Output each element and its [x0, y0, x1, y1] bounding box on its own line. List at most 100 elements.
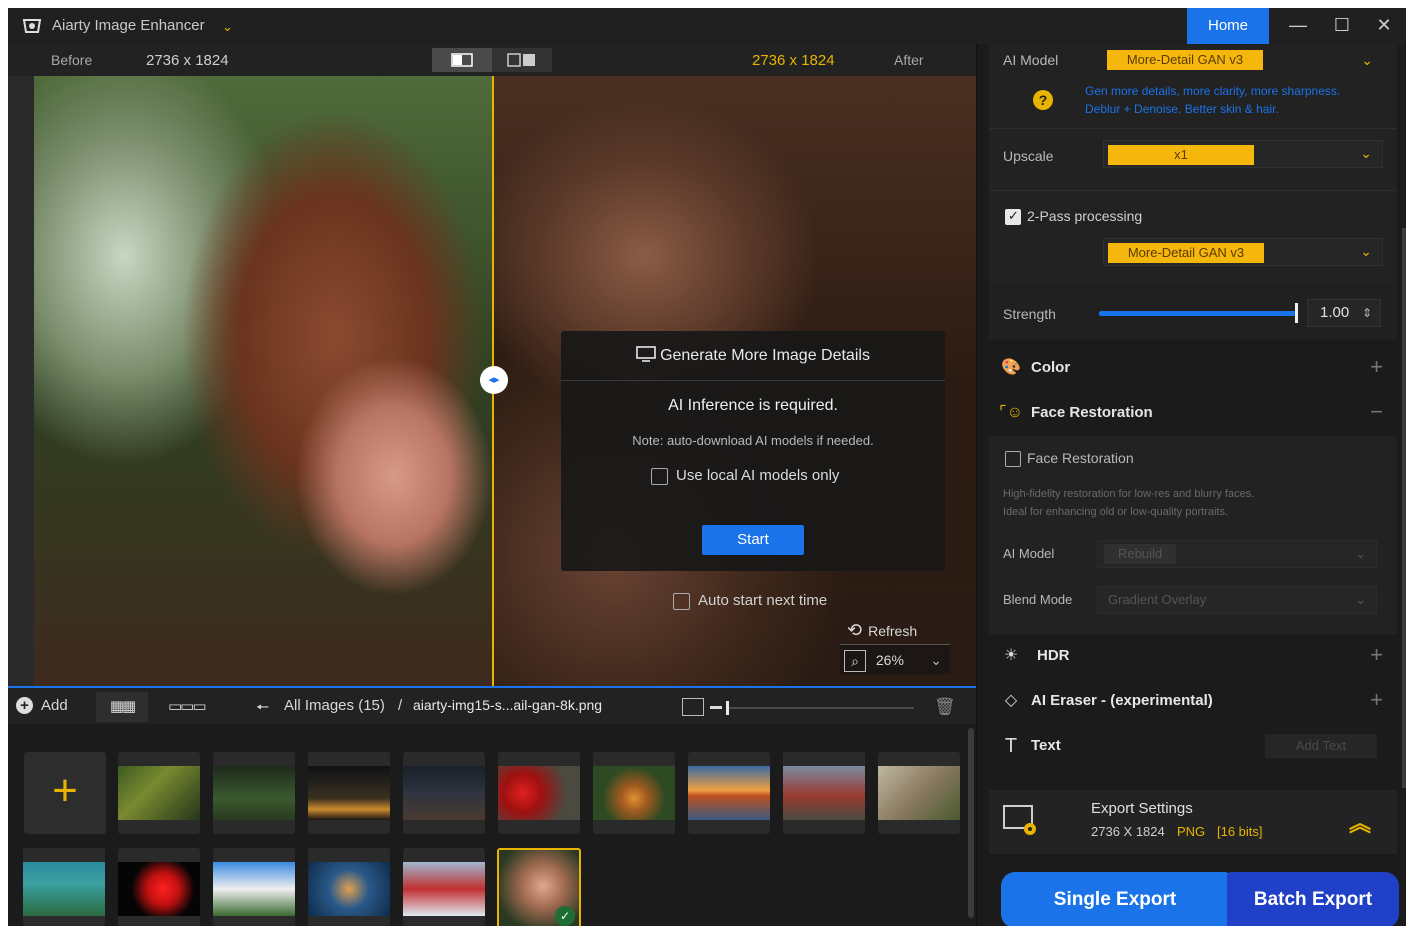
strength-slider[interactable]	[1099, 311, 1297, 316]
ai-model-desc1: Gen more details, more clarity, more sha…	[1085, 84, 1341, 98]
gallery-thumbnail[interactable]	[118, 752, 200, 834]
face-restoration-header[interactable]: ⌜☺⌟ Face Restoration −	[989, 395, 1397, 445]
maximize-button[interactable]: ☐	[1320, 8, 1364, 44]
before-size: 2736 x 1824	[146, 52, 229, 69]
grid-view-button[interactable]: ▦▦	[96, 692, 148, 722]
blend-mode-select[interactable]: Gradient Overlay ⌄	[1097, 586, 1377, 614]
side-by-side-button[interactable]	[492, 48, 552, 72]
face-model-select[interactable]: Rebuild ⌄	[1097, 540, 1377, 568]
expand-plus-icon[interactable]: +	[1370, 687, 1383, 713]
expand-plus-icon[interactable]: +	[1370, 642, 1383, 668]
thumbnail-size-slider-knob[interactable]	[726, 701, 729, 715]
collapse-minus-icon[interactable]: −	[1370, 399, 1383, 425]
ai-eraser-section-header[interactable]: ◇ AI Eraser - (experimental) +	[989, 683, 1397, 719]
two-pass-model-value: More-Detail GAN v3	[1108, 243, 1264, 263]
strength-input[interactable]: 1.00 ⇕	[1307, 299, 1381, 327]
image-gallery: + ✓	[8, 724, 976, 926]
thumbnail-size-minus-icon	[710, 706, 722, 709]
blend-mode-label: Blend Mode	[1003, 592, 1073, 607]
local-models-option[interactable]: Use local AI models only	[651, 467, 839, 487]
gallery-thumbnail-selected[interactable]: ✓	[497, 848, 581, 926]
after-label: After	[894, 52, 924, 68]
all-images-link[interactable]: All Images (15)	[284, 697, 385, 714]
zoom-chevron-icon[interactable]: ⌄	[930, 645, 942, 675]
batch-export-button[interactable]: Batch Export	[1227, 872, 1399, 926]
ai-model-value: More-Detail GAN v3	[1107, 50, 1263, 70]
delete-trash-icon[interactable]: 🗑	[934, 697, 956, 717]
expand-plus-icon[interactable]: +	[1370, 354, 1383, 380]
add-image-tile[interactable]: +	[24, 752, 106, 834]
strip-view-button[interactable]: ▭▭▭	[168, 697, 207, 715]
single-export-button[interactable]: Single Export	[1001, 872, 1229, 926]
upscale-select[interactable]: x1 ⌄	[1103, 140, 1383, 168]
gallery-thumbnail[interactable]	[308, 752, 390, 834]
strength-value: 1.00	[1320, 304, 1350, 321]
add-images-button[interactable]: + Add	[16, 697, 68, 714]
two-pass-chevron-icon: ⌄	[1360, 243, 1372, 259]
face-restoration-option[interactable]: Face Restoration	[1005, 450, 1134, 468]
face-restoration-checkbox[interactable]	[1005, 451, 1021, 468]
export-settings-icon	[1003, 805, 1036, 835]
refresh-button[interactable]: ⟲ Refresh	[843, 616, 953, 644]
start-button[interactable]: Start	[702, 525, 804, 555]
export-settings[interactable]: Export Settings 2736 X 1824 PNG [16 bits…	[989, 790, 1397, 854]
settings-panel-scrollbar[interactable]	[1402, 228, 1406, 788]
current-file-name: aiarty-img15-s...ail-gan-8k.png	[413, 697, 603, 713]
thumbnail-size-icon	[682, 698, 704, 716]
color-section-header[interactable]: 🎨 Color +	[989, 350, 1397, 386]
after-size: 2736 x 1824	[752, 52, 835, 69]
dialog-note: Note: auto-download AI models if needed.	[632, 433, 874, 448]
local-models-label: Use local AI models only	[676, 467, 840, 484]
app-menu-chevron-icon[interactable]: ⌄	[222, 19, 233, 35]
minimize-button[interactable]: —	[1276, 8, 1320, 44]
app-title: Aiarty Image Enhancer	[52, 17, 205, 34]
face-checkbox-label: Face Restoration	[1027, 450, 1134, 466]
dialog-message: AI Inference is required.	[668, 397, 838, 414]
two-pass-label: 2-Pass processing	[1027, 208, 1143, 224]
gallery-thumbnail[interactable]	[308, 848, 390, 926]
auto-start-option[interactable]: Auto start next time	[673, 592, 827, 610]
gallery-thumbnail[interactable]	[688, 752, 770, 834]
export-bits: [16 bits]	[1217, 824, 1263, 839]
ai-model-select[interactable]: More-Detail GAN v3 ⌄	[1103, 48, 1383, 76]
zoom-control[interactable]: ⌕ 26% ⌄	[840, 644, 950, 674]
close-button[interactable]: ✕	[1362, 8, 1406, 44]
stepper-icon[interactable]: ⇕	[1362, 300, 1372, 326]
breadcrumb-separator: /	[398, 697, 403, 714]
two-pass-option[interactable]: 2-Pass processing	[1005, 208, 1143, 226]
two-pass-model-select[interactable]: More-Detail GAN v3 ⌄	[1103, 238, 1383, 266]
local-models-checkbox[interactable]	[651, 467, 668, 485]
split-drag-handle-icon[interactable]: ◂▸	[480, 366, 508, 394]
text-section-header[interactable]: T Text Add Text	[989, 728, 1397, 764]
gallery-thumbnail[interactable]	[878, 752, 960, 834]
help-icon[interactable]: ?	[1033, 90, 1053, 110]
gallery-thumbnail[interactable]	[498, 752, 580, 834]
gallery-thumbnail[interactable]	[783, 752, 865, 834]
hdr-icon: ☀	[1003, 647, 1019, 664]
two-pass-checkbox[interactable]	[1005, 208, 1021, 226]
strength-slider-knob[interactable]	[1295, 303, 1298, 323]
split-view-button[interactable]	[432, 48, 492, 72]
strength-label: Strength	[1003, 306, 1056, 322]
hdr-section-header[interactable]: ☀ HDR +	[989, 638, 1397, 674]
expand-up-chevron-icon[interactable]: ︽	[1349, 806, 1371, 838]
gallery-thumbnail[interactable]	[593, 752, 675, 834]
thumbnail-size-slider[interactable]	[726, 707, 914, 709]
back-arrow-icon[interactable]: 🠔	[256, 697, 269, 722]
selected-check-icon: ✓	[555, 906, 575, 926]
gallery-thumbnail[interactable]	[23, 848, 105, 926]
auto-start-label: Auto start next time	[698, 592, 828, 609]
gallery-thumbnail[interactable]	[403, 848, 485, 926]
gallery-thumbnail[interactable]	[213, 752, 295, 834]
gallery-thumbnail[interactable]	[118, 848, 200, 926]
gallery-toolbar: + Add ▦▦ ▭▭▭ 🠔 All Images (15) / aiarty-i…	[8, 686, 976, 724]
image-viewer[interactable]: ◂▸ Generate More Image Details AI Infere…	[8, 76, 976, 686]
gallery-thumbnail[interactable]	[213, 848, 295, 926]
gallery-thumbnail[interactable]	[403, 752, 485, 834]
upscale-chevron-icon: ⌄	[1360, 145, 1372, 161]
home-button[interactable]: Home	[1187, 8, 1269, 44]
refresh-icon: ⟲	[847, 620, 863, 640]
auto-start-checkbox[interactable]	[673, 592, 690, 610]
add-text-button[interactable]: Add Text	[1265, 734, 1377, 758]
gallery-scrollbar[interactable]	[968, 728, 974, 918]
